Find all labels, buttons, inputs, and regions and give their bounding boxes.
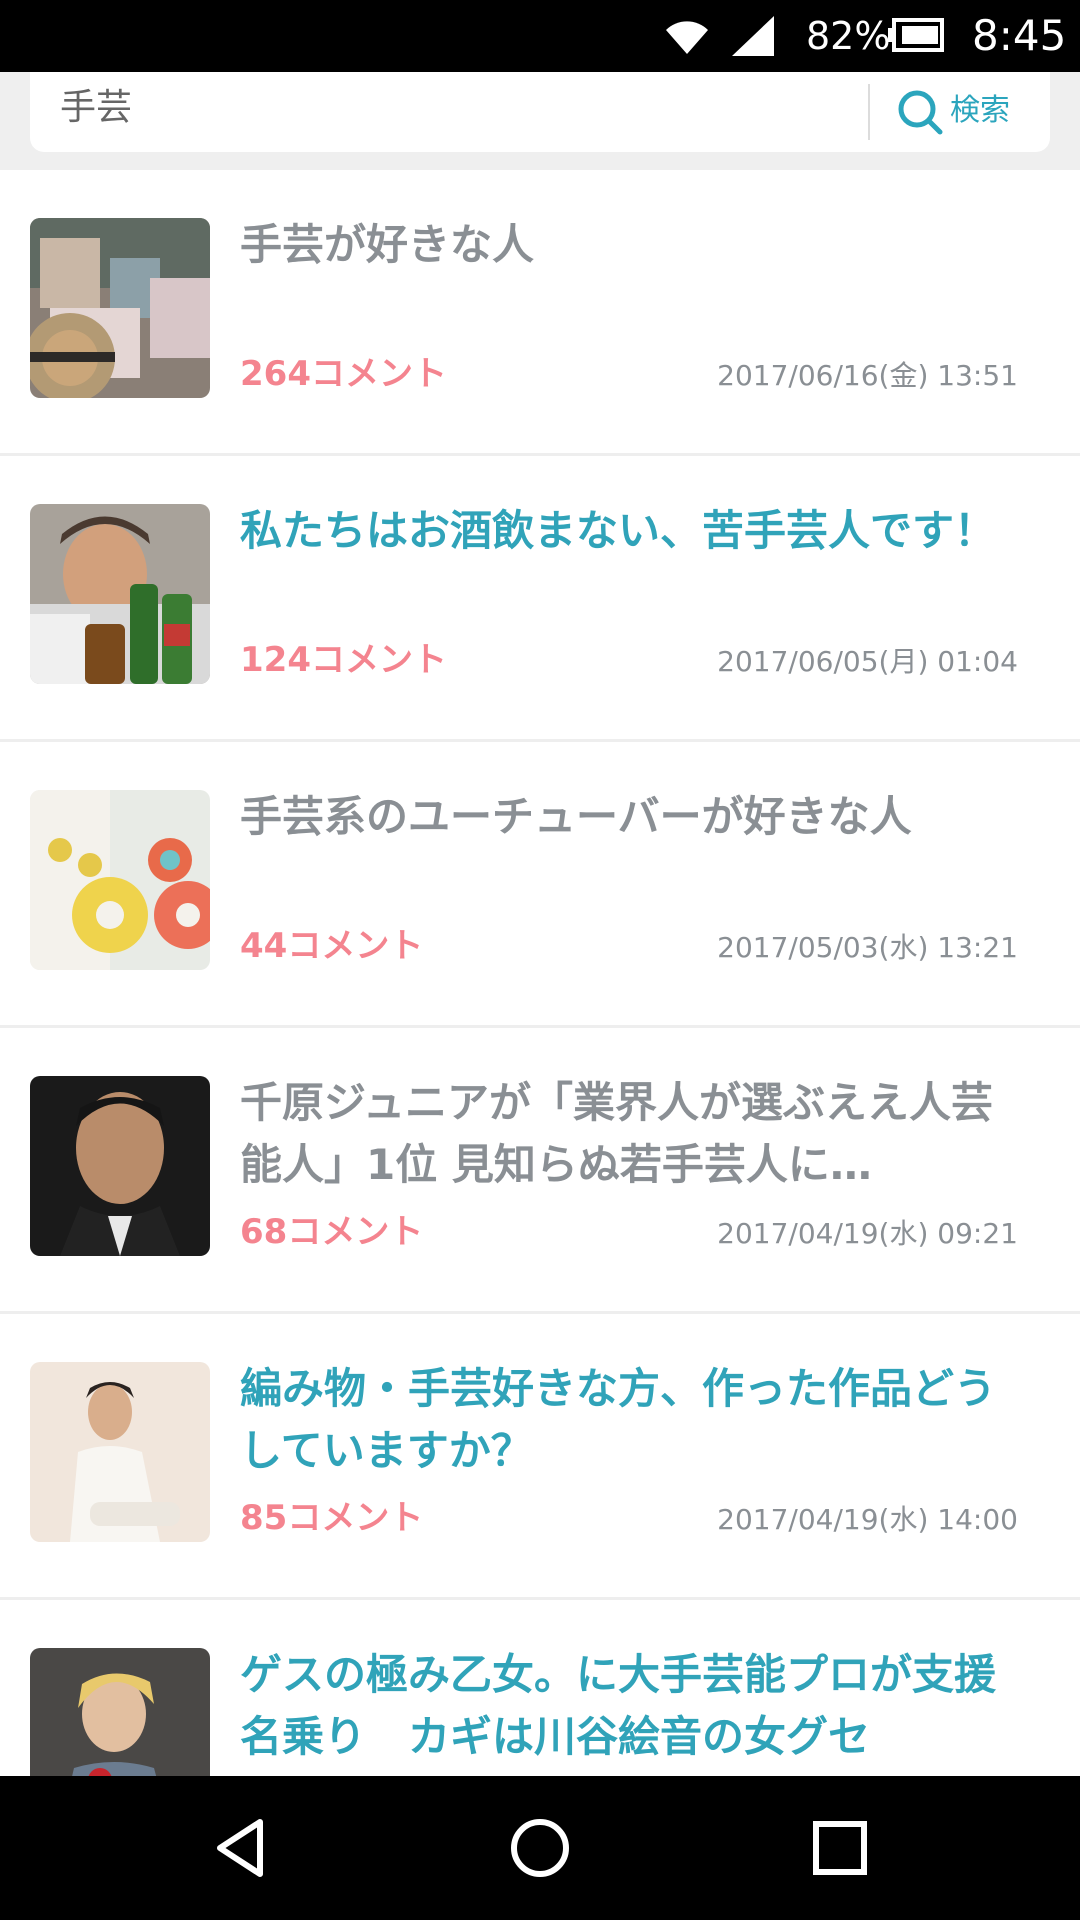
man-knit-sweater-thumbnail xyxy=(30,1362,210,1542)
crochet-flowers-thumbnail xyxy=(30,790,210,970)
battery-icon xyxy=(888,18,944,52)
list-item[interactable]: 千原ジュニアが「業界人が選ぶええ人芸能人」1位 見知らぬ若手芸人に… 68コメン… xyxy=(0,1028,1080,1314)
item-title[interactable]: 手芸系のユーチューバーが好きな人 xyxy=(240,786,1020,848)
wifi-icon xyxy=(666,21,708,54)
result-list: 手芸が好きな人 264コメント 2017/06/16(金) 13:51 私たちは… xyxy=(0,170,1080,1776)
search-divider xyxy=(868,84,870,140)
comment-count: 264コメント xyxy=(240,354,447,394)
comment-count: 68コメント xyxy=(240,1212,424,1252)
post-date: 2017/05/03(水) 13:21 xyxy=(717,931,1018,964)
search-icon xyxy=(898,90,943,135)
item-title[interactable]: 編み物・手芸好きな方、作った作品どうしていますか？ xyxy=(240,1358,1020,1482)
battery-percent: 82% xyxy=(806,14,891,58)
list-item[interactable]: 私たちはお酒飲まない、苦手芸人です！ 124コメント 2017/06/05(月)… xyxy=(0,456,1080,742)
comedian-portrait-thumbnail xyxy=(30,1076,210,1256)
search-input[interactable]: 手芸 xyxy=(60,72,860,152)
item-title[interactable]: ゲスの極み乙女。に大手芸能プロが支援名乗り カギは川谷絵音の女グセ xyxy=(240,1644,1020,1768)
comment-count: 85コメント xyxy=(240,1498,424,1538)
post-date: 2017/06/16(金) 13:51 xyxy=(717,359,1018,392)
back-icon[interactable] xyxy=(204,1812,276,1884)
fabric-crafts-thumbnail xyxy=(30,218,210,398)
search-button[interactable]: 検索 xyxy=(886,80,1046,144)
list-item[interactable]: 手芸系のユーチューバーが好きな人 44コメント 2017/05/03(水) 13… xyxy=(0,742,1080,1028)
man-with-bottles-thumbnail xyxy=(30,504,210,684)
list-item[interactable]: 手芸が好きな人 264コメント 2017/06/16(金) 13:51 xyxy=(0,170,1080,456)
item-title[interactable]: 私たちはお酒飲まない、苦手芸人です！ xyxy=(240,500,1020,562)
item-title[interactable]: 千原ジュニアが「業界人が選ぶええ人芸能人」1位 見知らぬ若手芸人に… xyxy=(240,1072,1020,1196)
post-date: 2017/04/19(水) 09:21 xyxy=(717,1217,1018,1250)
search-bar-area: 手芸 検索 xyxy=(0,72,1080,170)
search-box: 手芸 検索 xyxy=(30,72,1050,152)
item-title[interactable]: 手芸が好きな人 xyxy=(240,214,1020,276)
clock: 8:45 xyxy=(972,11,1067,60)
search-button-label: 検索 xyxy=(950,93,1010,128)
navigation-bar xyxy=(0,1776,1080,1920)
post-date: 2017/06/05(月) 01:04 xyxy=(717,645,1018,678)
comment-count: 44コメント xyxy=(240,926,424,966)
comment-count: 124コメント xyxy=(240,640,447,680)
list-item[interactable]: ゲスの極み乙女。に大手芸能プロが支援名乗り カギは川谷絵音の女グセ xyxy=(0,1600,1080,1776)
recents-icon[interactable] xyxy=(804,1812,876,1884)
home-icon[interactable] xyxy=(504,1812,576,1884)
musician-portrait-thumbnail xyxy=(30,1648,210,1776)
signal-icon xyxy=(732,16,774,56)
post-date: 2017/04/19(水) 14:00 xyxy=(717,1503,1018,1536)
list-item[interactable]: 編み物・手芸好きな方、作った作品どうしていますか？ 85コメント 2017/04… xyxy=(0,1314,1080,1600)
status-bar: 82% 8:45 xyxy=(0,0,1080,72)
